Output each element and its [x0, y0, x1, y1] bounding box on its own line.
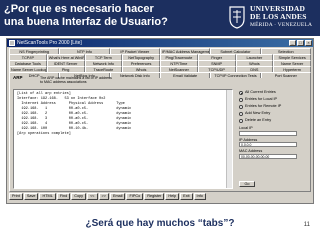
radio-option[interactable]: Add New Entry [239, 110, 307, 117]
radio-option[interactable]: All Current Entries [239, 89, 307, 96]
radio-option[interactable]: Entries for Local IP [239, 96, 307, 103]
panel-heading: ARP [13, 75, 23, 80]
arp-description: The ARP cache maintains a list of IP add… [40, 76, 112, 84]
radio-button[interactable] [239, 97, 243, 102]
arp-options: All Current Entries Entries for Local IP E… [239, 89, 307, 189]
toolbar-button[interactable]: Register [144, 193, 165, 200]
toolbar-button[interactable]: Print [9, 193, 23, 200]
toolbar-button[interactable]: << [87, 193, 98, 200]
toolbar-button[interactable]: Exit [180, 193, 193, 200]
terminal-line: [Arp operations complete] [17, 132, 71, 136]
page-number: 11 [303, 222, 310, 228]
logo-line-2: DE LOS ANDES [250, 12, 307, 21]
minimize-icon[interactable]: _ [289, 40, 296, 46]
slide-header: ¿Por que es necesario hacer una buena In… [0, 0, 320, 36]
terminal-scrollbar[interactable] [226, 90, 232, 188]
radio-button[interactable] [239, 111, 243, 116]
go-button[interactable]: Go [239, 181, 255, 187]
toolbar-button[interactable]: Help [165, 193, 180, 200]
toolbar-button[interactable]: Info [193, 193, 206, 200]
form-field: IP Address 0.0.0.0 [239, 138, 307, 148]
university-logo: UNIVERSIDAD DE LOS ANDES MÉRIDA · VENEZU… [228, 3, 314, 33]
arp-panel: ARP The ARP cache maintains a list of IP… [9, 72, 311, 192]
toolbar-button[interactable]: >> [98, 193, 109, 200]
app-window: NetScanTools Pro 2000 [Lite] _ □ × NS Fi… [6, 38, 314, 204]
radio-label: Entries for Local IP [245, 97, 278, 102]
radio-button[interactable] [239, 90, 243, 95]
crest-icon [229, 6, 245, 29]
slide-title-line-2: una buena Interfaz de Usuario? [4, 16, 168, 28]
slide-title: ¿Por que es necesario hacer una buena In… [4, 3, 168, 29]
radio-label: Add New Entry [245, 111, 271, 116]
field-input[interactable]: 00-00-00-00-00-00 [239, 153, 297, 159]
toolbar-button[interactable]: Copy [71, 193, 87, 200]
field-input[interactable] [239, 130, 297, 136]
toolbar-button[interactable]: Save [23, 193, 39, 200]
bottom-toolbar: Print Save HTML Find Copy << >> Email FIPCo Regis… [9, 193, 311, 201]
slide-question: ¿Será que hay muchos “tabs”? [85, 218, 235, 229]
arp-output-terminal[interactable]: [List of all arp entries] Interface: 192.… [13, 89, 233, 189]
maximize-icon[interactable]: □ [297, 40, 304, 46]
radio-label: Entries for Remote IP [245, 104, 282, 109]
form-field: MAC Address 00-00-00-00-00-00 [239, 149, 307, 159]
radio-label: Delete an Entry [245, 118, 272, 123]
app-icon [9, 40, 15, 46]
radio-option[interactable]: Entries for Remote IP [239, 103, 307, 110]
toolbar-button[interactable]: Find [56, 193, 71, 200]
radio-label: All Current Entries [245, 90, 276, 95]
field-input[interactable]: 0.0.0.0 [239, 142, 297, 148]
toolbar-button[interactable]: HTML [39, 193, 56, 200]
logo-line-3: MÉRIDA · VENEZUELA [250, 22, 313, 28]
window-title: NetScanTools Pro 2000 [Lite] [17, 40, 82, 46]
radio-option[interactable]: Delete an Entry [239, 117, 307, 124]
radio-button[interactable] [239, 118, 243, 123]
toolbar-button[interactable]: Email [109, 193, 126, 200]
form-field: Local IP [239, 126, 307, 136]
toolbar-button[interactable]: FIPCo [126, 193, 144, 200]
slide-title-line-1: ¿Por que es necesario hacer [4, 3, 154, 15]
arp-description-line-2: to MAC address associations [40, 80, 87, 84]
window-titlebar[interactable]: NetScanTools Pro 2000 [Lite] _ □ × [7, 39, 313, 47]
radio-button[interactable] [239, 104, 243, 109]
close-icon[interactable]: × [305, 40, 312, 46]
